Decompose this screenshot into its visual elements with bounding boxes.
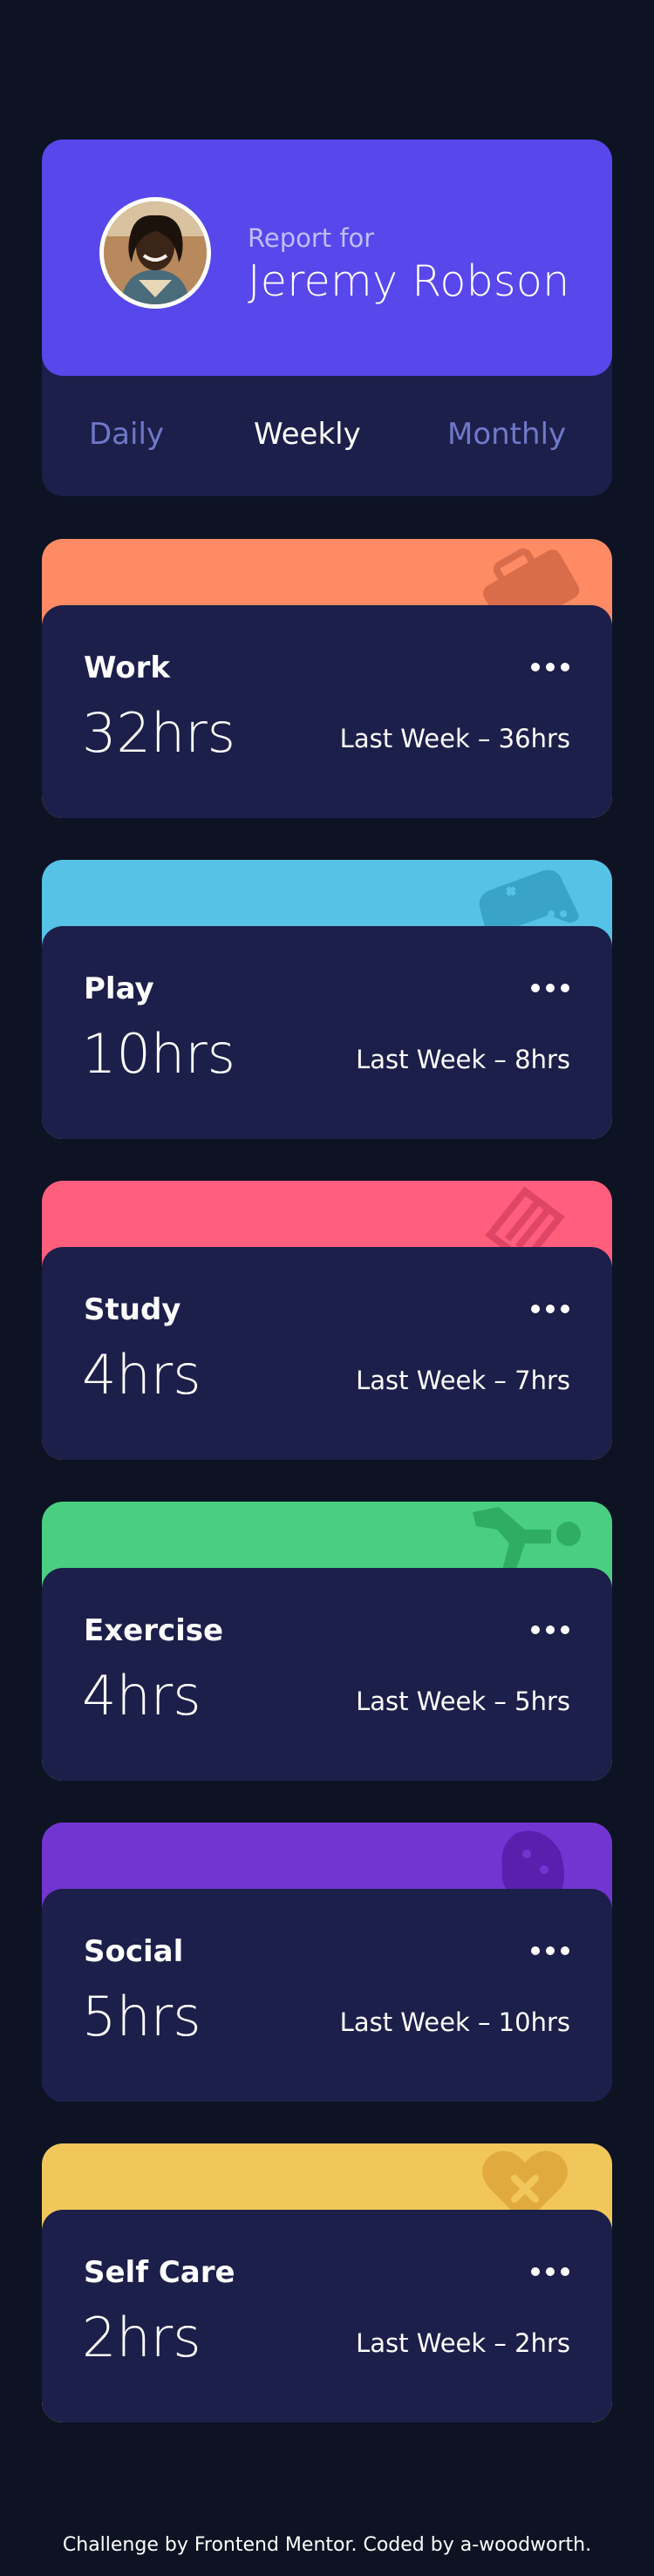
- previous-hours: Last Week – 5hrs: [356, 1687, 570, 1716]
- tab-daily[interactable]: Daily: [89, 417, 164, 452]
- activity-card-exercise: Exercise 4hrs Last Week – 5hrs: [42, 1502, 612, 1781]
- activity-card-body[interactable]: Self Care 2hrs Last Week – 2hrs: [42, 2210, 612, 2423]
- activity-card-social: Social 5hrs Last Week – 10hrs: [42, 1823, 612, 2102]
- activity-card-body[interactable]: Play 10hrs Last Week – 8hrs: [42, 926, 612, 1139]
- activity-title: Social: [84, 1934, 184, 1969]
- activity-title: Work: [84, 651, 171, 685]
- current-hours: 10hrs: [82, 1022, 235, 1086]
- previous-hours: Last Week – 7hrs: [356, 1366, 570, 1395]
- activity-card-body[interactable]: Study 4hrs Last Week – 7hrs: [42, 1247, 612, 1460]
- ellipsis-icon[interactable]: [530, 2262, 570, 2281]
- ellipsis-icon[interactable]: [530, 1299, 570, 1319]
- current-hours: 4hrs: [82, 1343, 201, 1407]
- activity-title: Study: [84, 1292, 181, 1327]
- tab-monthly[interactable]: Monthly: [447, 417, 566, 452]
- tab-weekly[interactable]: Weekly: [254, 417, 361, 452]
- activity-card-self-care: Self Care 2hrs Last Week – 2hrs: [42, 2143, 612, 2423]
- activity-card-work: Work 32hrs Last Week – 36hrs: [42, 539, 612, 818]
- attribution-footer: Challenge by Frontend Mentor. Coded by a…: [62, 2534, 592, 2556]
- activity-card-body[interactable]: Exercise 4hrs Last Week – 5hrs: [42, 1568, 612, 1781]
- ellipsis-icon[interactable]: [530, 1941, 570, 1960]
- activity-card-body[interactable]: Social 5hrs Last Week – 10hrs: [42, 1889, 612, 2102]
- previous-hours: Last Week – 36hrs: [339, 724, 570, 753]
- previous-hours: Last Week – 10hrs: [339, 2007, 570, 2037]
- previous-hours: Last Week – 2hrs: [356, 2328, 570, 2358]
- current-hours: 32hrs: [82, 701, 235, 765]
- activity-title: Play: [84, 971, 154, 1006]
- previous-hours: Last Week – 8hrs: [356, 1045, 570, 1074]
- activity-card-study: Study 4hrs Last Week – 7hrs: [42, 1181, 612, 1460]
- ellipsis-icon[interactable]: [530, 978, 570, 998]
- activity-title: Exercise: [84, 1613, 224, 1648]
- activity-title: Self Care: [84, 2255, 235, 2290]
- ellipsis-icon[interactable]: [530, 1620, 570, 1639]
- current-hours: 2hrs: [82, 2306, 201, 2369]
- profile-header: Report for Jeremy Robson: [42, 140, 612, 376]
- current-hours: 5hrs: [82, 1985, 201, 2048]
- avatar: [99, 197, 211, 309]
- current-hours: 4hrs: [82, 1664, 201, 1728]
- user-name: Jeremy Robson: [248, 256, 570, 306]
- report-for-label: Report for: [248, 223, 375, 253]
- profile-card: Report for Jeremy Robson Daily Weekly Mo…: [42, 140, 612, 496]
- activity-card-body[interactable]: Work 32hrs Last Week – 36hrs: [42, 605, 612, 818]
- activity-card-play: Play 10hrs Last Week – 8hrs: [42, 860, 612, 1139]
- ellipsis-icon[interactable]: [530, 658, 570, 677]
